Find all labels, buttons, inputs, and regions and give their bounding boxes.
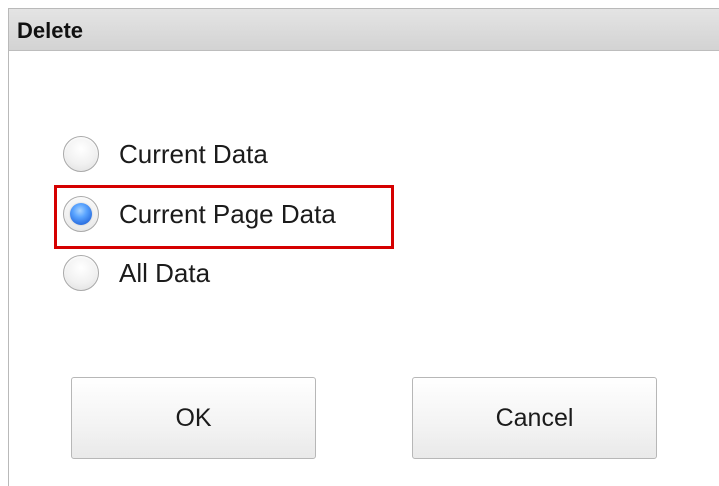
dialog-title: Delete (17, 18, 84, 43)
ok-button[interactable]: OK (71, 377, 316, 459)
radio-option-current-data[interactable]: Current Data (63, 132, 268, 176)
radio-button-all-data[interactable] (63, 255, 99, 291)
radio-label-all-data: All Data (119, 257, 211, 288)
radio-option-all-data[interactable]: All Data (63, 251, 210, 295)
radio-label-current-data: Current Data (119, 138, 268, 169)
selection-highlight-box (54, 185, 394, 249)
dialog-titlebar: Delete (9, 9, 719, 51)
cancel-button[interactable]: Cancel (412, 377, 657, 459)
delete-dialog: Delete Current Data Current Page Data Al… (8, 8, 719, 486)
radio-button-current-data[interactable] (63, 136, 99, 172)
